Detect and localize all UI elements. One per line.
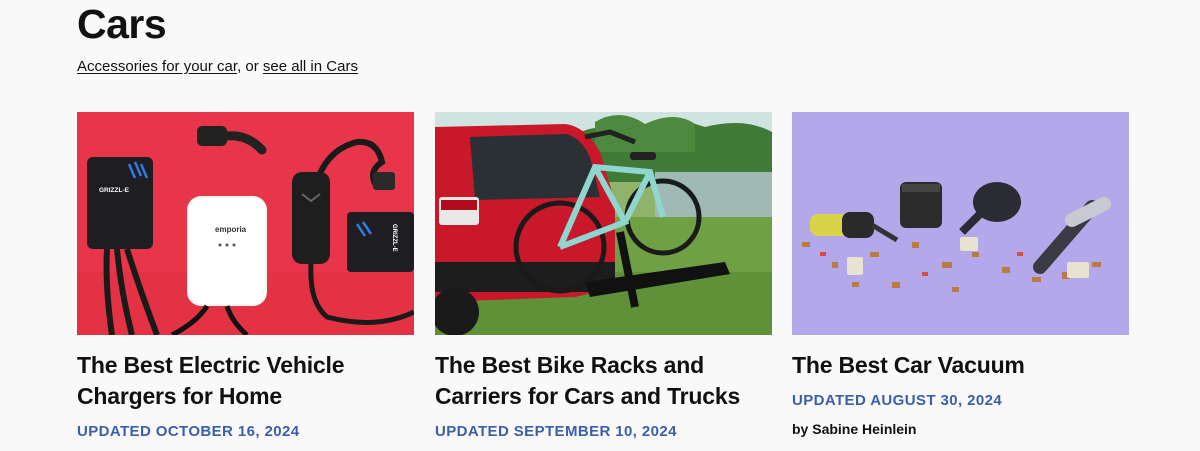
article-title-ev-chargers[interactable]: The Best Electric Vehicle Chargers for H… xyxy=(77,350,414,412)
grizzle-logo-left: GRIZZL-E xyxy=(99,187,130,194)
title-line: Carriers for Cars and Trucks xyxy=(435,383,741,409)
updated-date: UPDATED AUGUST 30, 2024 xyxy=(792,392,1003,409)
article-card-bike-racks[interactable]: The Best Bike Racks and Carriers for Car… xyxy=(435,112,772,442)
emporia-logo: emporia xyxy=(215,225,247,234)
page: Cars Accessories for your car, or see al… xyxy=(0,0,1200,451)
ev-chargers-photo: GRIZZL-E emporia GRIZZL-E xyxy=(77,112,414,335)
title-line: The Best Bike Racks and xyxy=(435,352,704,378)
article-image-ev-chargers[interactable]: GRIZZL-E emporia GRIZZL-E xyxy=(77,112,414,335)
article-image-bike-racks[interactable] xyxy=(435,112,772,335)
updated-date: UPDATED SEPTEMBER 10, 2024 xyxy=(435,423,677,440)
section-subline: Accessories for your car, or see all in … xyxy=(77,57,358,77)
byline-prefix: by xyxy=(792,421,813,437)
accessories-link[interactable]: Accessories for your car xyxy=(77,58,237,75)
title-line: The Best Electric Vehicle xyxy=(77,352,345,378)
author-byline: by Sabine Heinlein xyxy=(792,420,1129,438)
article-card-ev-chargers[interactable]: GRIZZL-E emporia GRIZZL-E The Best Elect… xyxy=(77,112,414,442)
article-image-car-vacuum[interactable] xyxy=(792,112,1129,335)
title-line: Chargers for Home xyxy=(77,383,282,409)
article-title-car-vacuum[interactable]: The Best Car Vacuum xyxy=(792,350,1129,381)
see-all-cars-link[interactable]: see all in Cars xyxy=(263,58,358,75)
grizzle-logo-right: GRIZZL-E xyxy=(391,224,397,252)
author-link[interactable]: Sabine Heinlein xyxy=(812,421,916,437)
subline-separator: , or xyxy=(237,58,263,75)
article-title-bike-racks[interactable]: The Best Bike Racks and Carriers for Car… xyxy=(435,350,772,412)
car-vacuum-photo xyxy=(792,112,1129,335)
updated-date: UPDATED OCTOBER 16, 2024 xyxy=(77,423,300,440)
article-card-car-vacuum[interactable]: The Best Car Vacuum UPDATED AUGUST 30, 2… xyxy=(792,112,1129,438)
section-title: Cars xyxy=(77,1,167,47)
bike-rack-photo xyxy=(435,112,772,335)
